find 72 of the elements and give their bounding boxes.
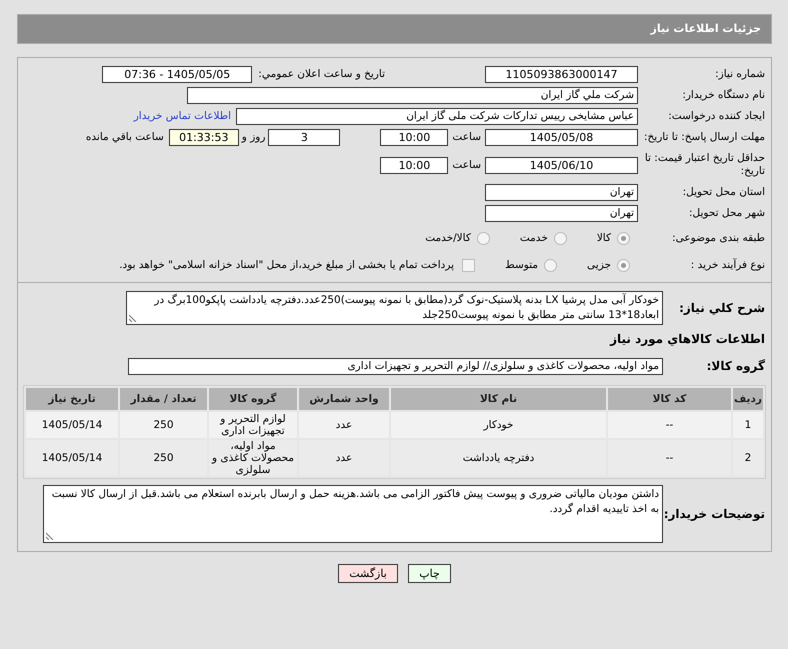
field-label: ساعت bbox=[452, 158, 481, 172]
field-label: تاریخ و ساعت اعلان عمومي: bbox=[258, 68, 385, 82]
field-label: توضیحات خریدار: bbox=[663, 506, 766, 522]
table-cell: عدد bbox=[299, 412, 389, 438]
buyer-org-field: شرکت ملي گاز ايران bbox=[187, 87, 638, 104]
remaining-time-field: 01:33:53 bbox=[168, 129, 239, 146]
column-header: تاریخ نیاز bbox=[26, 388, 118, 410]
announce-date-field: 1405/05/05 - 07:36 bbox=[102, 66, 252, 83]
table-cell: 2 bbox=[733, 440, 763, 476]
column-header: گروه کالا bbox=[209, 388, 297, 410]
field-label: نام دستگاه خریدار: bbox=[681, 88, 766, 102]
column-header: تعداد / مقدار bbox=[120, 388, 207, 410]
field-label: طبقه بندی موضوعی: bbox=[671, 232, 766, 246]
page-title: جزئیات اطلاعات نیاز bbox=[17, 14, 772, 44]
deadline-date-field: 1405/05/08 bbox=[485, 129, 638, 146]
radio-label: کالا bbox=[596, 232, 611, 246]
validity-time-field: 10:00 bbox=[380, 156, 448, 174]
radio-button[interactable] bbox=[617, 259, 630, 272]
field-label: ساعت باقي مانده bbox=[86, 130, 164, 144]
field-label: شهر محل تحویل: bbox=[688, 207, 766, 220]
table-cell: دفترچه یادداشت bbox=[391, 440, 606, 476]
radio-label: متوسط bbox=[505, 259, 538, 272]
goods-group-field: مواد اولیه، محصولات کاغذی و سلولزی// لوازم التحریر و تجهیزات اداری bbox=[128, 358, 663, 376]
province-field: تهران bbox=[485, 184, 638, 202]
table-cell: -- bbox=[608, 440, 731, 476]
table-cell: مواد اولیه، محصولات کاغذی و سلولزی bbox=[209, 440, 297, 476]
field-label: گروه کالا: bbox=[706, 359, 766, 374]
field-label: شرح کلي نیاز: bbox=[678, 300, 766, 316]
table-cell: 1405/05/14 bbox=[26, 440, 118, 476]
radio-button[interactable] bbox=[544, 259, 558, 272]
field-label: شماره نیاز: bbox=[714, 68, 766, 82]
print-button[interactable]: چاپ bbox=[408, 564, 451, 584]
table-cell: 250 bbox=[120, 412, 207, 438]
table-cell: 1405/05/14 bbox=[26, 412, 118, 438]
column-header: ردیف bbox=[733, 388, 763, 410]
table-cell: 1 bbox=[733, 412, 763, 438]
field-label: حداقل تاریخ اعتبار قیمت: تا تاریخ: bbox=[644, 152, 766, 178]
table-cell: خودکار bbox=[391, 412, 606, 438]
resize-grip-icon[interactable] bbox=[46, 532, 54, 540]
checkbox-label: پرداخت تمام یا بخشی از مبلغ خرید،از محل "اسناد خزانه اسلامی" خواهد بود. bbox=[119, 259, 454, 272]
field-label: روز و bbox=[242, 130, 266, 144]
city-field: تهران bbox=[485, 205, 638, 222]
field-label: ساعت bbox=[452, 130, 481, 144]
column-header: نام کالا bbox=[391, 388, 606, 410]
resize-grip-icon[interactable] bbox=[129, 314, 137, 322]
validity-date-field: 1405/06/10 bbox=[485, 156, 638, 174]
description-field: خودکار آبی مدل پرشیا LX بدنه پلاستیک-نوک گرد(مطابق با نمونه پیوست)250عدد.دفترچه یادداشت پاپکو100برگ در ابعاد18*13 سانتی متر مطابق با نمونه پیوست250جلد bbox=[126, 291, 663, 326]
radio-button[interactable] bbox=[476, 232, 490, 246]
checkbox[interactable] bbox=[462, 259, 476, 272]
notes-field: داشتن مودیان مالیاتی ضروری و پیوست پیش فاکتور الزامی می باشد.هزینه حمل و ارسال بابرنده استعلام می باشد.قبل از ارسال کالا نسبت به اخذ تاییدیه اقدام گردد. bbox=[43, 485, 663, 544]
deadline-time-field: 10:00 bbox=[380, 129, 448, 146]
field-label: نوع فرآیند خرید : bbox=[690, 259, 766, 272]
radio-label: خدمت bbox=[520, 232, 548, 246]
section-heading: اطلاعات کالاهاي مورد نیاز bbox=[610, 332, 766, 348]
table-cell: لوازم التحریر و تجهیزات اداری bbox=[209, 412, 297, 438]
days-field: 3 bbox=[268, 129, 340, 146]
requester-field: عباس مشایخی رییس تدارکات شرکت ملی گاز ایران bbox=[236, 108, 638, 125]
table-cell: عدد bbox=[299, 440, 389, 476]
field-label: مهلت ارسال پاسخ: تا تاریخ: bbox=[642, 130, 766, 144]
radio-label: کالا/خدمت bbox=[425, 232, 471, 246]
table-cell: 250 bbox=[120, 440, 207, 476]
contact-link[interactable]: اطلاعات تماس خریدار bbox=[134, 110, 231, 124]
radio-button[interactable] bbox=[554, 232, 567, 246]
column-header: واحد شمارش bbox=[299, 388, 389, 410]
column-header: کد کالا bbox=[608, 388, 731, 410]
field-label: ایجاد کننده درخواست: bbox=[667, 110, 766, 124]
radio-button[interactable] bbox=[617, 232, 630, 246]
back-button[interactable]: بازگشت bbox=[338, 564, 398, 584]
field-label: استان محل تحویل: bbox=[682, 186, 766, 200]
radio-label: جزیی bbox=[587, 259, 611, 272]
table-cell: -- bbox=[608, 412, 731, 438]
need-number-field: 1105093863000147 bbox=[485, 66, 638, 83]
